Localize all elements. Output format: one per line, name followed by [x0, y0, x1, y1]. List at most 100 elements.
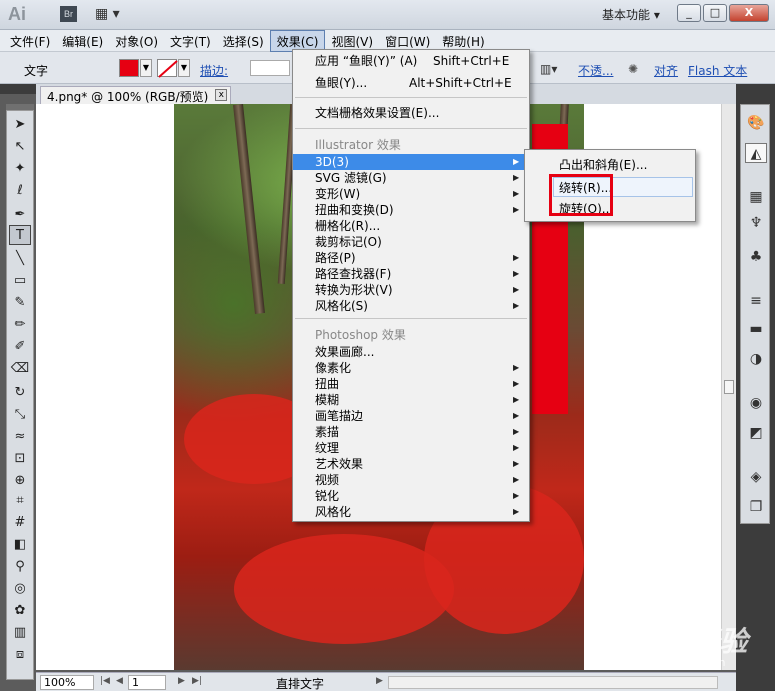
artboards-panel-icon[interactable]: ❐ — [745, 497, 767, 517]
first-page-icon[interactable]: |◀ — [100, 676, 110, 686]
menu-item-pixelate[interactable]: 像素化 ▶ — [293, 360, 529, 376]
page-number-field[interactable]: 1 — [128, 675, 166, 690]
zoom-level-field[interactable]: 100% — [40, 675, 94, 690]
submenu-arrow-icon: ▶ — [513, 253, 520, 262]
menu-item-stylize-ps[interactable]: 风格化 ▶ — [293, 504, 529, 520]
menu-item-pathfinder[interactable]: 路径查找器(F) ▶ — [293, 266, 529, 282]
warp-tool-icon[interactable]: ≈ — [9, 427, 31, 447]
menu-separator — [295, 128, 527, 129]
menu-item-sketch[interactable]: 素描 ▶ — [293, 424, 529, 440]
swatches-panel-icon[interactable]: ▦ — [745, 187, 767, 207]
line-tool-icon[interactable]: ╲ — [9, 249, 31, 269]
stroke-weight-input[interactable] — [250, 60, 290, 76]
menu-item-effect-gallery[interactable]: 效果画廊... — [293, 344, 529, 360]
rectangle-tool-icon[interactable]: ▭ — [9, 271, 31, 291]
fill-dropdown-icon[interactable]: ▼ — [140, 59, 152, 77]
menu-item-stylize-ai[interactable]: 风格化(S) ▶ — [293, 298, 529, 314]
vertical-scrollbar[interactable] — [721, 104, 736, 670]
graphic-styles-icon[interactable]: ◩ — [745, 423, 767, 443]
menu-item-blur[interactable]: 模糊 ▶ — [293, 392, 529, 408]
horizontal-scrollbar[interactable] — [388, 676, 718, 689]
menu-item-convert-to-shape[interactable]: 转换为形状(V) ▶ — [293, 282, 529, 298]
transparency-panel-icon[interactable]: ◑ — [745, 349, 767, 369]
menu-item-texture[interactable]: 纹理 ▶ — [293, 440, 529, 456]
document-tab[interactable]: 4.png* @ 100% (RGB/预览) x — [40, 86, 232, 104]
next-page-icon[interactable]: ▶ — [178, 676, 185, 686]
type-tool-icon[interactable]: T — [9, 225, 31, 245]
menu-item-brush-strokes[interactable]: 画笔描边 ▶ — [293, 408, 529, 424]
menu-item-rasterize[interactable]: 栅格化(R)... — [293, 218, 529, 234]
menu-item-sharpen[interactable]: 锐化 ▶ — [293, 488, 529, 504]
stroke-panel-icon[interactable]: ≡ — [745, 291, 767, 311]
menu-type[interactable]: 文字(T) — [164, 30, 217, 52]
magic-wand-icon[interactable]: ✦ — [9, 159, 31, 179]
status-menu-arrow-icon[interactable]: ▶ — [376, 676, 383, 686]
close-tab-icon[interactable]: x — [215, 89, 228, 101]
menu-item-3d[interactable]: 3D(3) ▶ — [293, 154, 529, 170]
workspace-switcher[interactable]: 基本功能 ▾ — [602, 6, 660, 23]
last-effect-item[interactable]: 鱼眼(Y)... Alt+Shift+Ctrl+E — [293, 75, 529, 91]
opacity-link[interactable]: 不透... — [578, 62, 613, 79]
rotate-tool-icon[interactable]: ↻ — [9, 383, 31, 403]
selection-tool-icon[interactable]: ➤ — [9, 115, 31, 135]
artboard-tool-icon[interactable]: ⧈ — [9, 645, 31, 665]
menu-item-video[interactable]: 视频 ▶ — [293, 472, 529, 488]
arrange-documents-icon[interactable]: ▦ ▾ — [95, 6, 127, 22]
menu-item-extrude-bevel[interactable]: 凸出和斜角(E)... — [525, 155, 695, 175]
stroke-none-swatch[interactable] — [157, 59, 178, 78]
mesh-tool-icon[interactable]: # — [9, 513, 31, 533]
recolor-icon[interactable]: ✺ — [628, 62, 638, 76]
color-guide-icon[interactable]: ◭ — [745, 143, 767, 163]
close-button[interactable]: X — [729, 4, 769, 22]
shape-builder-icon[interactable]: ⊕ — [9, 471, 31, 491]
menu-edit[interactable]: 编辑(E) — [56, 30, 109, 52]
gradient-tool-icon[interactable]: ◧ — [9, 535, 31, 555]
flash-text-link[interactable]: Flash 文本 — [688, 62, 747, 79]
layers-panel-icon[interactable]: ◈ — [745, 467, 767, 487]
submenu-arrow-icon: ▶ — [513, 173, 520, 182]
eyedropper-tool-icon[interactable]: ⚲ — [9, 557, 31, 577]
symbol-sprayer-icon[interactable]: ✿ — [9, 601, 31, 621]
stroke-label[interactable]: 描边: — [200, 62, 228, 79]
perspective-grid-icon[interactable]: ⌗ — [9, 491, 31, 511]
column-graph-icon[interactable]: ▥ — [9, 623, 31, 643]
fill-color-swatch[interactable] — [119, 59, 139, 77]
lasso-tool-icon[interactable]: ℓ — [9, 181, 31, 201]
scrollbar-thumb[interactable] — [724, 380, 734, 394]
color-panel-icon[interactable]: 🎨 — [745, 113, 767, 133]
menu-item-warp[interactable]: 变形(W) ▶ — [293, 186, 529, 202]
menu-file[interactable]: 文件(F) — [4, 30, 56, 52]
stroke-dropdown-icon[interactable]: ▼ — [178, 59, 190, 77]
menu-item-crop-marks[interactable]: 裁剪标记(O) — [293, 234, 529, 250]
minimize-button[interactable]: _ — [677, 4, 701, 22]
blend-tool-icon[interactable]: ◎ — [9, 579, 31, 599]
symbols-panel-icon[interactable]: ♣ — [745, 247, 767, 267]
menu-item-distort-transform[interactable]: 扭曲和变换(D) ▶ — [293, 202, 529, 218]
menu-object[interactable]: 对象(O) — [109, 30, 164, 52]
paintbrush-tool-icon[interactable]: ✎ — [9, 293, 31, 313]
blob-brush-icon[interactable]: ✐ — [9, 337, 31, 357]
brushes-panel-icon[interactable]: ♆ — [745, 213, 767, 233]
menu-item-distort[interactable]: 扭曲 ▶ — [293, 376, 529, 392]
style-icon[interactable]: ▥▾ — [540, 62, 557, 76]
align-link[interactable]: 对齐 — [654, 62, 678, 79]
prev-page-icon[interactable]: ◀ — [116, 676, 123, 686]
bridge-button[interactable]: Br — [60, 6, 77, 22]
document-raster-settings-item[interactable]: 文档栅格效果设置(E)... — [293, 105, 529, 121]
appearance-panel-icon[interactable]: ◉ — [745, 393, 767, 413]
apply-last-effect-item[interactable]: 应用 “鱼眼(Y)” (A) Shift+Ctrl+E — [293, 53, 529, 69]
maximize-button[interactable]: □ — [703, 4, 727, 22]
scale-tool-icon[interactable]: ⤡ — [9, 405, 31, 425]
menu-item-artistic[interactable]: 艺术效果 ▶ — [293, 456, 529, 472]
menu-select[interactable]: 选择(S) — [217, 30, 270, 52]
status-text[interactable]: 直排文字 — [276, 675, 324, 691]
menu-item-svg-filters[interactable]: SVG 滤镜(G) ▶ — [293, 170, 529, 186]
pencil-tool-icon[interactable]: ✏ — [9, 315, 31, 335]
eraser-tool-icon[interactable]: ⌫ — [9, 359, 31, 379]
free-transform-icon[interactable]: ⊡ — [9, 449, 31, 469]
gradient-panel-icon[interactable]: ▬ — [745, 319, 767, 339]
direct-selection-tool-icon[interactable]: ↖ — [9, 137, 31, 157]
pen-tool-icon[interactable]: ✒ — [9, 205, 31, 225]
menu-item-path[interactable]: 路径(P) ▶ — [293, 250, 529, 266]
last-page-icon[interactable]: ▶| — [192, 676, 202, 686]
